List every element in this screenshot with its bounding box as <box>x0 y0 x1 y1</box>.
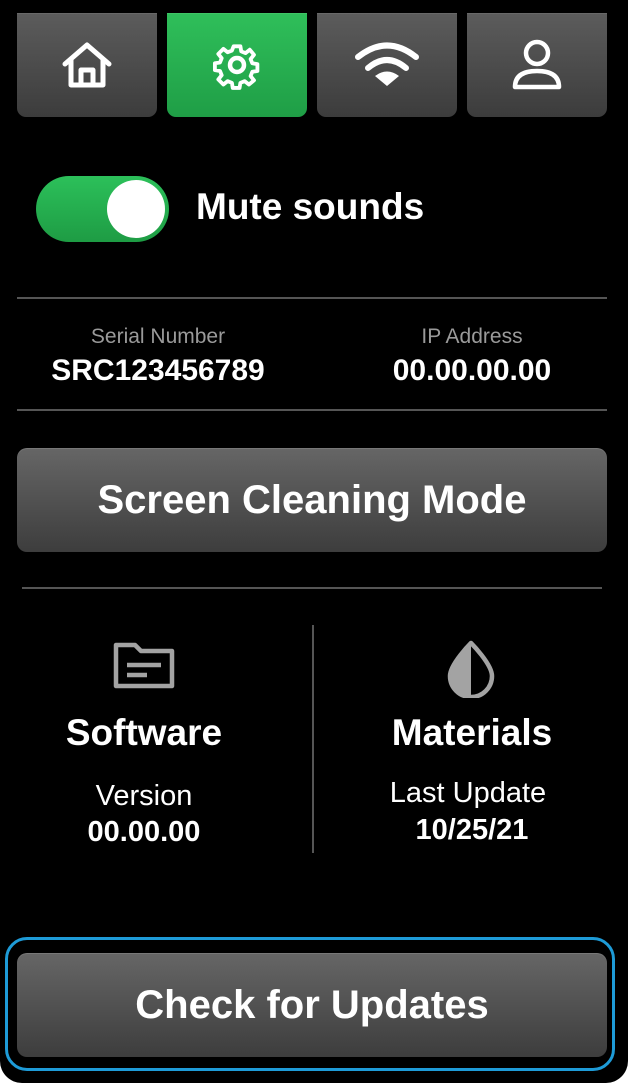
gear-icon <box>212 44 260 90</box>
tab-wifi[interactable] <box>317 13 457 117</box>
wifi-icon <box>355 42 419 86</box>
serial-number-label: Serial Number <box>90 325 226 348</box>
mute-toggle[interactable] <box>36 176 169 242</box>
tab-home[interactable] <box>17 13 157 117</box>
materials-title: Materials <box>391 712 553 753</box>
check-for-updates-button[interactable]: Check for Updates <box>17 953 607 1057</box>
folder-icon <box>113 642 175 689</box>
mute-label: Mute sounds <box>196 186 425 227</box>
screen-cleaning-button[interactable]: Screen Cleaning Mode <box>17 448 607 552</box>
divider <box>17 409 607 411</box>
user-icon <box>512 39 562 90</box>
settings-screen: Mute sounds Serial Number SRC123456789 I… <box>0 0 628 1083</box>
software-version-value: 00.00.00 <box>87 816 201 848</box>
toggle-knob <box>107 180 165 238</box>
serial-number-value: SRC123456789 <box>51 354 265 387</box>
materials-last-update-value: 10/25/21 <box>415 814 529 846</box>
tab-user[interactable] <box>467 13 607 117</box>
divider <box>17 297 607 299</box>
ip-address-value: 00.00.00.00 <box>392 354 552 387</box>
column-divider <box>312 625 314 853</box>
software-title: Software <box>65 712 223 753</box>
ip-address-label: IP Address <box>421 325 523 348</box>
tab-settings[interactable] <box>167 13 307 117</box>
drop-icon <box>447 640 495 698</box>
software-version-label: Version <box>95 780 193 812</box>
home-icon <box>62 42 112 88</box>
materials-last-update-label: Last Update <box>389 777 547 809</box>
divider <box>22 587 602 589</box>
